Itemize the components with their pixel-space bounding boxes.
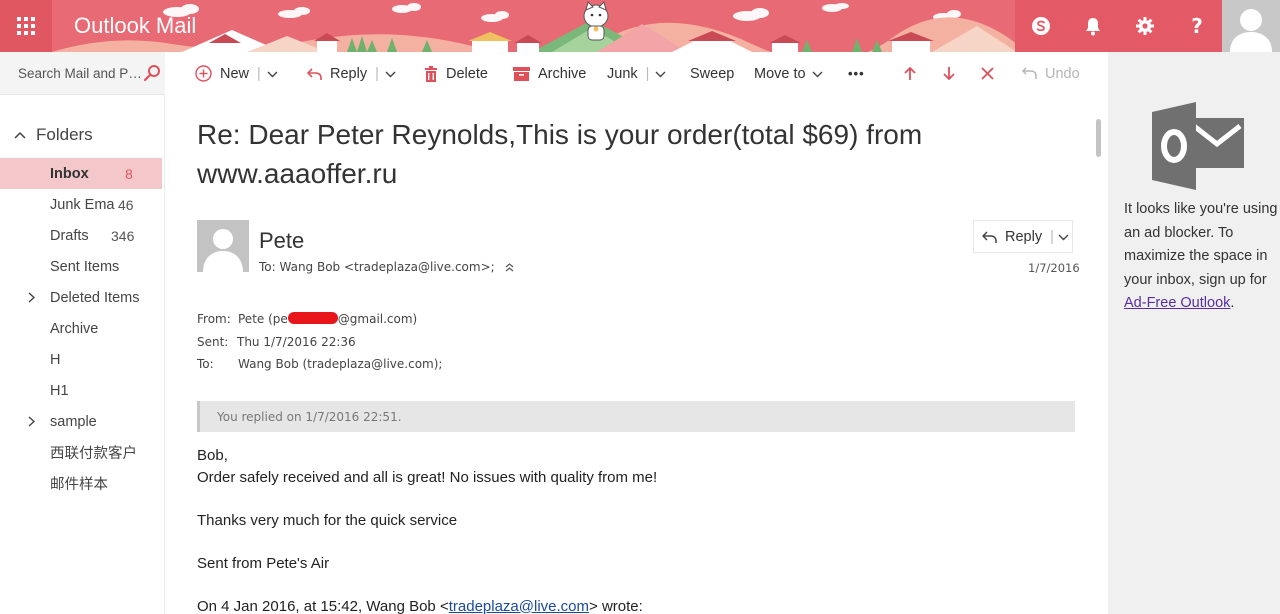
gear-icon xyxy=(1136,17,1154,35)
delete-button[interactable]: Delete xyxy=(424,52,488,95)
help-icon: ? xyxy=(1191,14,1203,38)
junk-button[interactable]: Junk | xyxy=(607,52,666,95)
draft-count: 346 xyxy=(111,227,135,244)
sweep-label: Sweep xyxy=(690,65,735,82)
move-to-button[interactable]: Move to xyxy=(754,52,823,95)
chevron-right-icon[interactable] xyxy=(28,416,36,427)
sender-avatar[interactable] xyxy=(197,220,249,272)
reply-icon xyxy=(307,67,322,81)
ad-pane: It looks like you're using an ad blocker… xyxy=(1108,52,1280,614)
move-to-label: Move to xyxy=(754,65,806,82)
chevron-up-icon xyxy=(14,131,26,139)
folder-item-mail-samples[interactable]: 邮件样本 xyxy=(0,468,162,499)
folder-item-junk[interactable]: Junk Ema 46 xyxy=(0,189,162,220)
scrollbar-thumb[interactable] xyxy=(1096,119,1101,157)
folder-item-deleted[interactable]: Deleted Items xyxy=(0,282,162,313)
settings-button[interactable] xyxy=(1119,0,1171,52)
archive-label: Archive xyxy=(538,65,587,82)
person-icon xyxy=(1230,9,1272,52)
folder-item-sent[interactable]: Sent Items xyxy=(0,251,162,282)
recipient-line: To: Wang Bob <tradeplaza@live.com>; xyxy=(259,260,514,274)
unread-count: 46 xyxy=(118,196,134,213)
skype-button[interactable] xyxy=(1015,0,1067,52)
reading-pane: Re: Dear Peter Reynolds,This is your ord… xyxy=(165,95,1108,614)
reply-toolbar-button[interactable]: Reply | xyxy=(307,52,396,95)
folder-item-h[interactable]: H xyxy=(0,344,162,375)
trash-icon xyxy=(424,65,438,82)
search-box[interactable]: Search Mail and People xyxy=(0,52,165,95)
command-toolbar: New | Reply | Delete Archive Junk | Swee… xyxy=(165,52,1108,95)
close-message-button[interactable] xyxy=(981,52,994,95)
folder-pane: Folders Inbox 8 Junk Ema 46 Drafts 346 S… xyxy=(0,95,165,614)
app-title[interactable]: Outlook Mail xyxy=(74,13,196,39)
archive-icon xyxy=(513,66,530,81)
folder-item-inbox[interactable]: Inbox 8 xyxy=(0,158,162,189)
help-button[interactable]: ? xyxy=(1171,0,1223,52)
chevron-down-icon[interactable] xyxy=(385,66,396,82)
folders-header[interactable]: Folders xyxy=(14,125,93,145)
search-icon[interactable] xyxy=(143,64,161,82)
chevron-down-icon xyxy=(812,66,823,82)
from-row: From: Pete (pe @gmail.com) xyxy=(197,312,418,326)
new-label: New xyxy=(220,65,250,82)
banner-illustration xyxy=(52,0,1017,52)
app-launcher-button[interactable] xyxy=(0,0,52,52)
chevron-down-icon[interactable] xyxy=(655,66,666,82)
search-input[interactable]: Search Mail and People xyxy=(18,66,143,81)
message-subject: Re: Dear Peter Reynolds,This is your ord… xyxy=(197,119,923,189)
reply-label: Reply xyxy=(330,65,368,82)
sweep-button[interactable]: Sweep xyxy=(690,52,734,95)
message-date: 1/7/2016 xyxy=(1028,261,1080,275)
skype-icon xyxy=(1032,17,1050,35)
top-banner: Outlook Mail ? xyxy=(0,0,1280,52)
arrow-down-icon xyxy=(943,67,955,81)
message-body: Bob, Order safely received and all is gr… xyxy=(197,445,1067,614)
delete-label: Delete xyxy=(446,65,488,82)
junk-label: Junk xyxy=(607,65,638,82)
to-row: To: Wang Bob (tradeplaza@live.com); xyxy=(197,357,443,371)
new-button[interactable]: New | xyxy=(195,52,278,95)
collapse-up-icon[interactable] xyxy=(505,262,514,272)
scrollbar[interactable] xyxy=(1093,95,1105,614)
folder-item-drafts[interactable]: Drafts 346 xyxy=(0,220,162,251)
next-message-button[interactable] xyxy=(942,52,956,95)
undo-label: Undo xyxy=(1045,65,1080,82)
plus-circle-icon xyxy=(195,65,212,82)
chevron-right-icon[interactable] xyxy=(28,292,36,303)
more-icon: ••• xyxy=(848,66,865,81)
previous-message-button[interactable] xyxy=(903,52,917,95)
folder-item-archive[interactable]: Archive xyxy=(0,313,162,344)
undo-button[interactable]: Undo xyxy=(1022,52,1080,95)
waffle-icon xyxy=(17,17,35,35)
undo-icon xyxy=(1022,67,1037,80)
outlook-logo-icon xyxy=(1152,102,1244,190)
bell-icon xyxy=(1086,18,1100,36)
quote-header: On 4 Jan 2016, at 15:42, Wang Bob <trade… xyxy=(197,597,643,614)
unread-count: 8 xyxy=(125,165,133,182)
archive-button[interactable]: Archive xyxy=(513,52,586,95)
chevron-down-icon[interactable] xyxy=(267,66,278,82)
arrow-up-icon xyxy=(904,66,916,80)
close-icon xyxy=(981,67,994,80)
reply-icon xyxy=(982,230,997,244)
user-avatar[interactable] xyxy=(1222,0,1280,52)
notifications-button[interactable] xyxy=(1067,0,1119,52)
more-actions-button[interactable]: ••• xyxy=(848,52,865,95)
redaction-mark xyxy=(287,312,338,324)
sender-name[interactable]: Pete xyxy=(259,228,304,254)
ad-free-outlook-link[interactable]: Ad-Free Outlook xyxy=(1124,295,1230,311)
chevron-down-icon[interactable] xyxy=(1058,229,1069,245)
reply-button[interactable]: Reply | xyxy=(973,220,1073,253)
folder-item-h1[interactable]: H1 xyxy=(0,375,162,406)
person-icon xyxy=(203,229,243,272)
folder-item-sample[interactable]: sample xyxy=(0,406,162,437)
replied-notice: You replied on 1/7/2016 22:51. xyxy=(197,401,1075,432)
folder-item-western-union-clients[interactable]: 西联付款客户 xyxy=(0,437,162,468)
email-link[interactable]: tradeplaza@live.com xyxy=(449,598,589,614)
sent-row: Sent: Thu 1/7/2016 22:36 xyxy=(197,335,356,349)
ad-blocker-message: It looks like you're using an ad blocker… xyxy=(1124,201,1278,311)
